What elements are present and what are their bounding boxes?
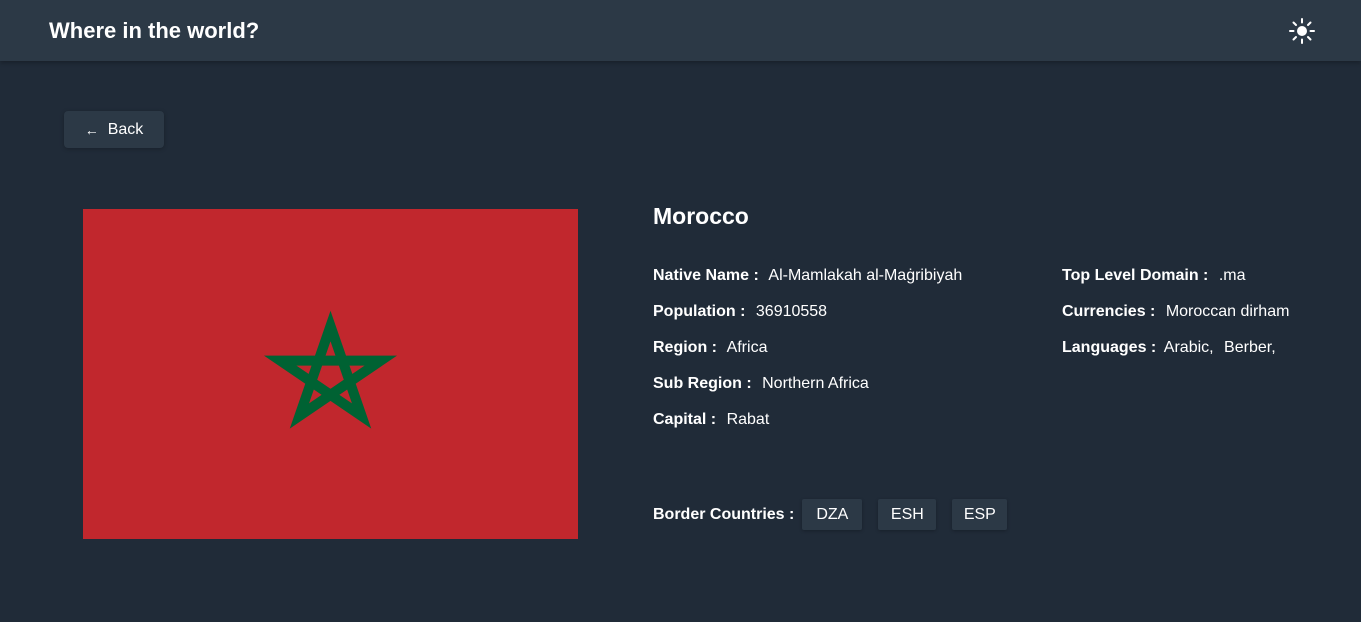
border-country-chip[interactable]: ESP xyxy=(952,499,1008,530)
language-item: Berber, xyxy=(1224,339,1276,356)
sub-region-value: Northern Africa xyxy=(762,375,869,392)
top-level-domain-row: Top Level Domain : .ma xyxy=(1062,266,1252,286)
sub-region-label: Sub Region : xyxy=(653,375,752,392)
native-name-row: Native Name : Al-Mamlakah al-Maġribiyah xyxy=(653,266,968,286)
native-name-value: Al-Mamlakah al-Maġribiyah xyxy=(768,267,963,284)
app-header: Where in the world? xyxy=(0,0,1361,61)
region-value: Africa xyxy=(726,339,768,356)
currencies-label: Currencies : xyxy=(1062,303,1156,320)
sub-region-row: Sub Region : Northern Africa xyxy=(653,374,875,394)
border-country-chip[interactable]: DZA xyxy=(802,499,863,530)
border-country-chip[interactable]: ESH xyxy=(878,499,937,530)
currencies-row: Currencies : Moroccan dirham xyxy=(1062,302,1295,322)
population-label: Population : xyxy=(653,303,746,320)
arrow-left-icon: ← xyxy=(84,121,99,138)
native-name-label: Native Name : xyxy=(653,267,759,284)
app-title: Where in the world? xyxy=(49,18,260,43)
back-button-label: Back xyxy=(107,120,144,138)
population-row: Population : 36910558 xyxy=(653,302,833,322)
country-name: Morocco xyxy=(653,203,749,229)
capital-label: Capital : xyxy=(653,411,717,428)
top-level-domain-label: Top Level Domain : xyxy=(1062,267,1209,284)
sun-icon xyxy=(1289,18,1315,44)
country-flag xyxy=(83,209,578,539)
flag-background xyxy=(83,209,578,539)
population-value: 36910558 xyxy=(755,303,828,320)
top-level-domain-value: .ma xyxy=(1218,267,1246,284)
languages-row: Languages : Arabic, Berber, xyxy=(1062,338,1282,358)
languages-label: Languages : xyxy=(1062,339,1157,356)
capital-value: Rabat xyxy=(726,411,770,428)
region-label: Region : xyxy=(653,339,717,356)
border-countries-label: Border Countries : xyxy=(653,505,795,523)
currencies-value: Moroccan dirham xyxy=(1165,303,1290,320)
capital-row: Capital : Rabat xyxy=(653,410,775,430)
language-item: Arabic, xyxy=(1163,339,1214,356)
theme-toggle-button[interactable] xyxy=(1287,16,1317,46)
border-countries: Border Countries : DZA ESH ESP xyxy=(653,499,1023,530)
back-button[interactable]: ← Back xyxy=(64,111,164,148)
region-row: Region : Africa xyxy=(653,338,773,358)
